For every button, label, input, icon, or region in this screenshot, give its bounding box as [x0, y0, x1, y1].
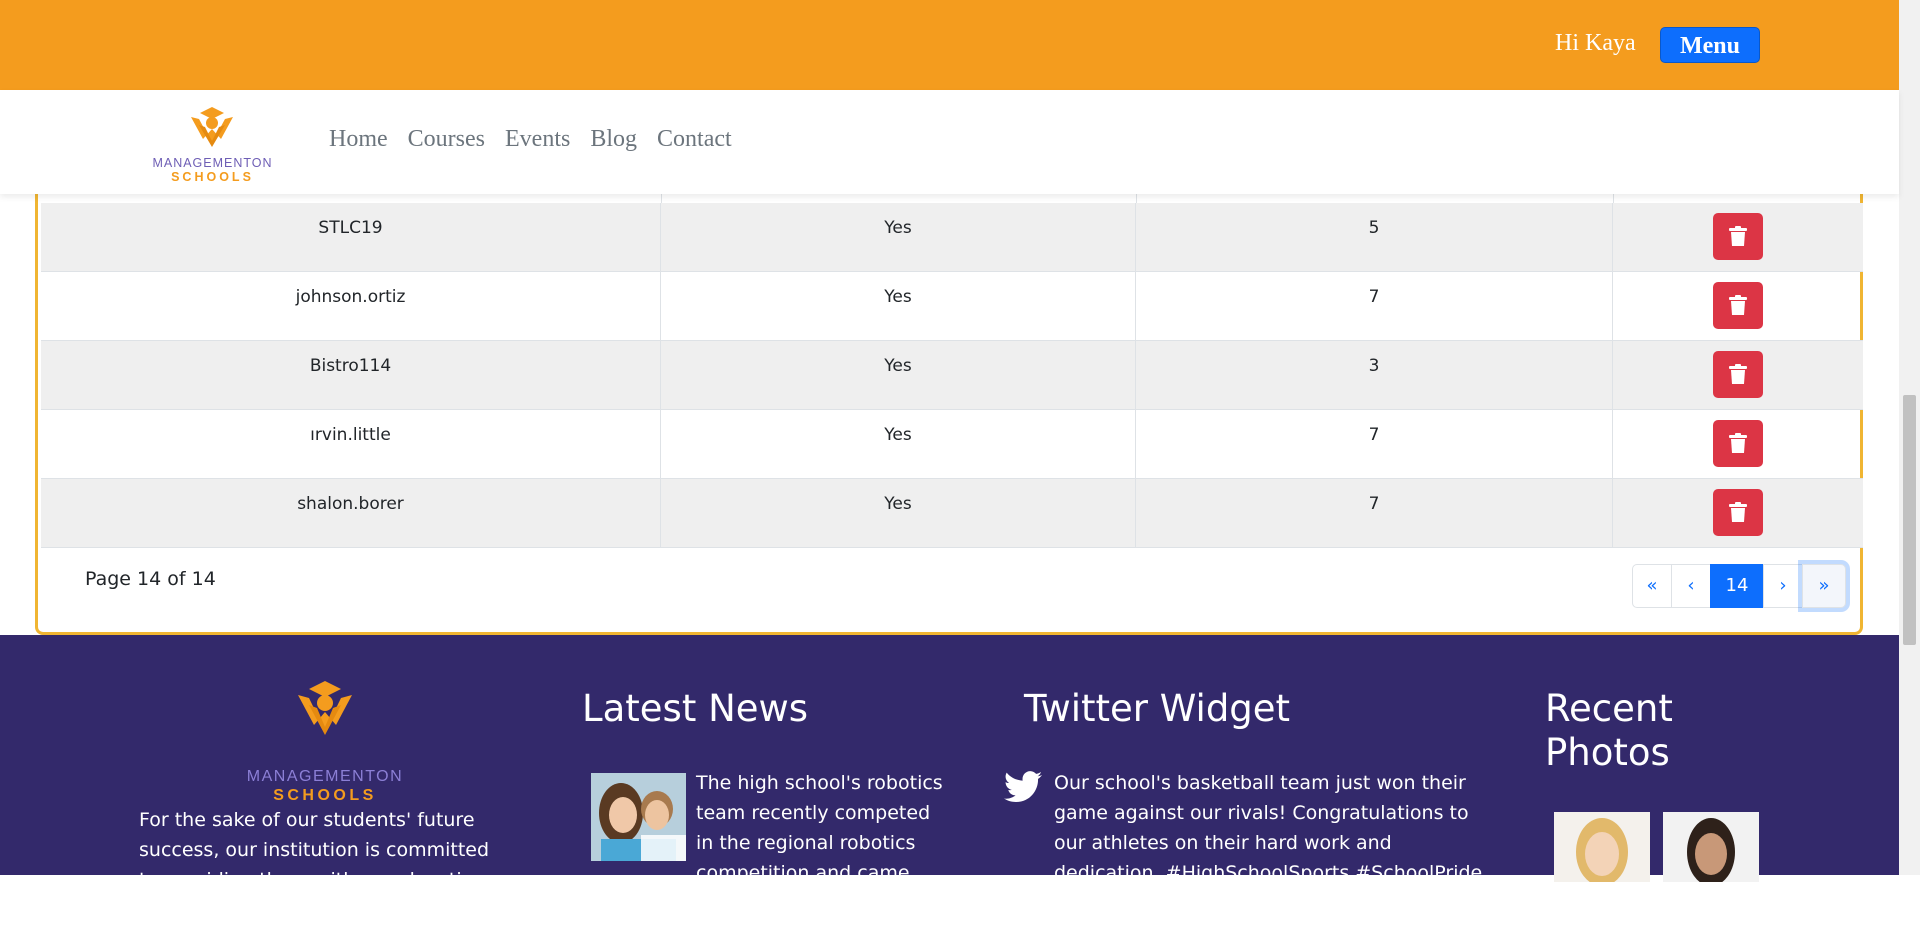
site-footer: MANAGEMENTON SCHOOLS For the sake of our… — [0, 635, 1899, 921]
recent-photos-heading-line2: Photos — [1545, 731, 1670, 774]
delete-button[interactable] — [1713, 351, 1763, 398]
active-cell: Yes — [661, 341, 1136, 409]
username-cell: STLC19 — [41, 203, 661, 271]
username-cell: shalon.borer — [41, 479, 661, 547]
twitter-widget-heading: Twitter Widget — [1024, 687, 1291, 730]
actions-cell — [1613, 479, 1863, 547]
delete-button[interactable] — [1713, 282, 1763, 329]
pagination-current-page[interactable]: 14 — [1710, 564, 1764, 608]
trash-icon — [1729, 226, 1747, 246]
nav-links: Home Courses Events Blog Contact — [329, 126, 732, 153]
table-row: johnson.ortiz Yes 7 — [41, 272, 1863, 341]
table-row: Bistro114 Yes 3 — [41, 341, 1863, 410]
users-table: STLC19 Yes 5 johnson.ortiz Yes 7 Bistro1… — [41, 203, 1863, 548]
footer-logo-text-schools: SCHOOLS — [273, 787, 377, 804]
actions-cell — [1613, 410, 1863, 478]
trash-icon — [1729, 502, 1747, 522]
trash-icon — [1729, 364, 1747, 384]
tweet-text: Our school's basketball team just won th… — [1054, 772, 1483, 914]
active-cell: Yes — [661, 479, 1136, 547]
footer-about-text: For the sake of our students' future suc… — [139, 809, 490, 921]
nav-contact[interactable]: Contact — [657, 126, 732, 153]
nav-home[interactable]: Home — [329, 126, 388, 153]
count-cell: 3 — [1136, 341, 1613, 409]
users-table-card: STLC19 Yes 5 johnson.ortiz Yes 7 Bistro1… — [35, 150, 1863, 635]
page-indicator: Page 14 of 14 — [85, 568, 216, 590]
pagination-last-button[interactable]: » — [1802, 564, 1846, 608]
actions-cell — [1613, 341, 1863, 409]
active-cell: Yes — [661, 203, 1136, 271]
footer-logo-text-managementon: MANAGEMENTON — [246, 768, 404, 785]
top-bar: Hi Kaya Menu — [0, 0, 1899, 90]
username-cell: Bistro114 — [41, 341, 661, 409]
school-logo[interactable]: MANAGEMENTON SCHOOLS — [145, 103, 280, 184]
username-cell: ırvin.little — [41, 410, 661, 478]
table-row: shalon.borer Yes 7 — [41, 479, 1863, 548]
logo-text-schools: SCHOOLS — [171, 170, 254, 184]
news-item-text[interactable]: The high school's robotics team recently… — [696, 768, 946, 918]
actions-cell — [1613, 272, 1863, 340]
news-thumbnail[interactable] — [591, 773, 686, 861]
count-cell: 7 — [1136, 410, 1613, 478]
username-cell: johnson.ortiz — [41, 272, 661, 340]
footer-logo[interactable]: MANAGEMENTON SCHOOLS — [240, 675, 410, 804]
woman-portrait-photo — [1663, 812, 1759, 882]
active-cell: Yes — [661, 410, 1136, 478]
trash-icon — [1729, 295, 1747, 315]
trash-icon — [1729, 433, 1747, 453]
students-photo — [591, 773, 686, 861]
count-cell: 7 — [1136, 479, 1613, 547]
nav-blog[interactable]: Blog — [590, 126, 637, 153]
recent-photos-heading: Recent Photos — [1545, 687, 1673, 775]
twitter-icon[interactable] — [1004, 771, 1042, 803]
pagination-first-button[interactable]: « — [1632, 564, 1672, 608]
main-navbar: MANAGEMENTON SCHOOLS Home Courses Events… — [0, 90, 1899, 194]
pagination-next-button[interactable]: › — [1763, 564, 1803, 608]
pagination: « ‹ 14 › » — [1632, 564, 1846, 608]
recent-photo-2[interactable] — [1663, 812, 1759, 882]
graduation-cap-logo-icon — [191, 107, 233, 147]
active-cell: Yes — [661, 272, 1136, 340]
table-row: ırvin.little Yes 7 — [41, 410, 1863, 479]
latest-news-heading: Latest News — [582, 687, 809, 730]
page-scrollbar[interactable] — [1899, 0, 1920, 875]
scrollbar-thumb[interactable] — [1903, 395, 1916, 645]
nav-courses[interactable]: Courses — [408, 126, 485, 153]
logo-text-managementon: MANAGEMENTON — [152, 156, 273, 170]
actions-cell — [1613, 203, 1863, 271]
woman-portrait-photo — [1554, 812, 1650, 882]
recent-photo-1[interactable] — [1554, 812, 1650, 882]
delete-button[interactable] — [1713, 489, 1763, 536]
pagination-prev-button[interactable]: ‹ — [1671, 564, 1711, 608]
count-cell: 5 — [1136, 203, 1613, 271]
graduation-cap-logo-icon — [298, 681, 352, 735]
menu-button[interactable]: Menu — [1660, 27, 1760, 63]
recent-photos-heading-line1: Recent — [1545, 687, 1673, 730]
delete-button[interactable] — [1713, 420, 1763, 467]
delete-button[interactable] — [1713, 213, 1763, 260]
user-greeting: Hi Kaya — [1555, 30, 1636, 56]
table-row: STLC19 Yes 5 — [41, 203, 1863, 272]
count-cell: 7 — [1136, 272, 1613, 340]
nav-events[interactable]: Events — [505, 126, 570, 153]
